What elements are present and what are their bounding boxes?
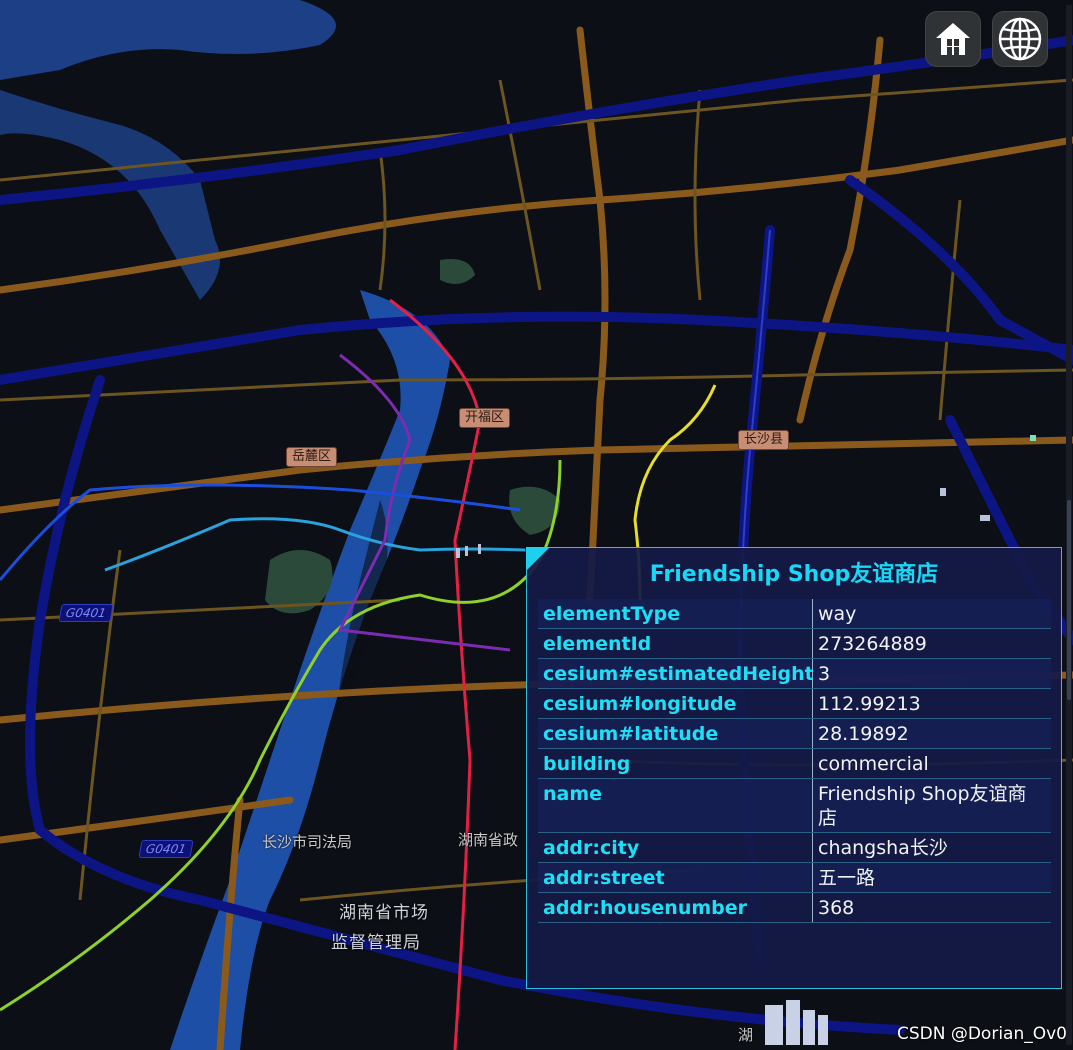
property-value: way [812,599,1051,629]
table-row: cesium#estimatedHeight 3 [538,658,1051,689]
table-row: addr:street 五一路 [538,862,1051,893]
property-value: commercial [812,748,1051,779]
table-row: name Friendship Shop友谊商店 [538,778,1051,833]
watermark: CSDN @Dorian_Ov0 [896,1024,1067,1044]
property-value: 五一路 [812,862,1051,893]
place-label-hunan-gov: 湖南省政 [458,831,519,849]
property-key: elementType [538,599,813,629]
home-icon [936,23,970,55]
district-label-changsha-county: 长沙县 [738,430,790,450]
property-value: Friendship Shop友谊商店 [812,778,1051,833]
road-shield-g0401-2: G0401 [138,840,194,858]
place-label-justice-bureau: 长沙市司法局 [262,833,353,851]
feature-info-box: Friendship Shop友谊商店 elementType way elem… [526,547,1062,989]
property-value: 368 [812,892,1051,923]
property-key: cesium#longitude [538,688,813,719]
globe-button[interactable] [992,11,1048,67]
property-key: building [538,748,813,779]
property-value: 28.19892 [812,718,1051,749]
property-key: addr:city [538,832,813,863]
place-label-market-bureau-1: 湖南省市场 [339,903,429,923]
property-key: elementId [538,628,813,659]
district-label-kaifu: 开福区 [459,408,511,428]
property-key: addr:street [538,862,813,893]
table-row: elementId 273264889 [538,628,1051,659]
info-box-corner-decoration [526,547,550,571]
table-row: building commercial [538,748,1051,779]
property-value: 112.99213 [812,688,1051,719]
property-value: 273264889 [812,628,1051,659]
property-key: addr:housenumber [538,892,813,923]
property-key: cesium#latitude [538,718,813,749]
property-key: cesium#estimatedHeight [538,658,814,689]
place-label-hu: 湖 [738,1026,754,1044]
table-row: addr:city changsha长沙 [538,832,1051,863]
home-button[interactable] [925,11,981,67]
district-label-yuelu: 岳麓区 [286,447,338,467]
info-box-title: Friendship Shop友谊商店 [649,562,939,587]
property-value: changsha长沙 [812,832,1051,863]
table-row: addr:housenumber 368 [538,892,1051,923]
scrollbar-thumb[interactable] [1067,500,1071,700]
globe-icon [998,17,1042,61]
table-row: cesium#latitude 28.19892 [538,718,1051,749]
feature-properties-table: elementType way elementId 273264889 cesi… [538,599,1051,923]
place-label-market-bureau-2: 监督管理局 [331,933,421,953]
road-shield-g0401: G0401 [58,604,114,622]
table-row: cesium#longitude 112.99213 [538,688,1051,719]
table-row: elementType way [538,599,1051,629]
property-value: 3 [812,658,1051,689]
property-key: name [538,778,813,833]
